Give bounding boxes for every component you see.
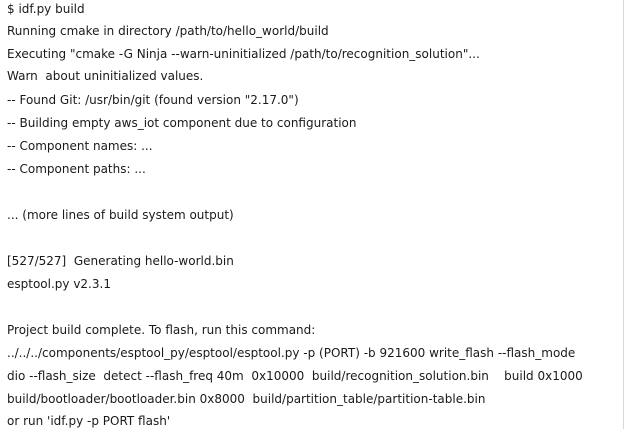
output-line: Executing "cmake -G Ninja --warn-uniniti… bbox=[7, 47, 480, 61]
output-line: -- Building empty aws_iot component due … bbox=[7, 116, 357, 130]
output-line: build/bootloader/bootloader.bin 0x8000 b… bbox=[7, 392, 486, 406]
output-line: -- Component names: ... bbox=[7, 139, 153, 153]
command-line: $ idf.py build bbox=[7, 2, 85, 16]
output-line: esptool.py v2.3.1 bbox=[7, 277, 111, 291]
output-line: dio --flash_size detect --flash_freq 40m… bbox=[7, 369, 583, 383]
output-line: -- Found Git: /usr/bin/git (found versio… bbox=[7, 93, 299, 107]
output-line: Project build complete. To flash, run th… bbox=[7, 323, 316, 337]
output-line: or run 'idf.py -p PORT flash' bbox=[7, 414, 171, 428]
output-line: Warn about uninitialized values. bbox=[7, 69, 204, 83]
output-line: [527/527] Generating hello-world.bin bbox=[7, 254, 234, 268]
output-line: Running cmake in directory /path/to/hell… bbox=[7, 24, 329, 38]
output-line: ... (more lines of build system output) bbox=[7, 208, 234, 222]
output-line: -- Component paths: ... bbox=[7, 162, 146, 176]
terminal-output: $ idf.py build Running cmake in director… bbox=[7, 0, 623, 429]
output-line: ../../../components/esptool_py/esptool/e… bbox=[7, 346, 576, 360]
